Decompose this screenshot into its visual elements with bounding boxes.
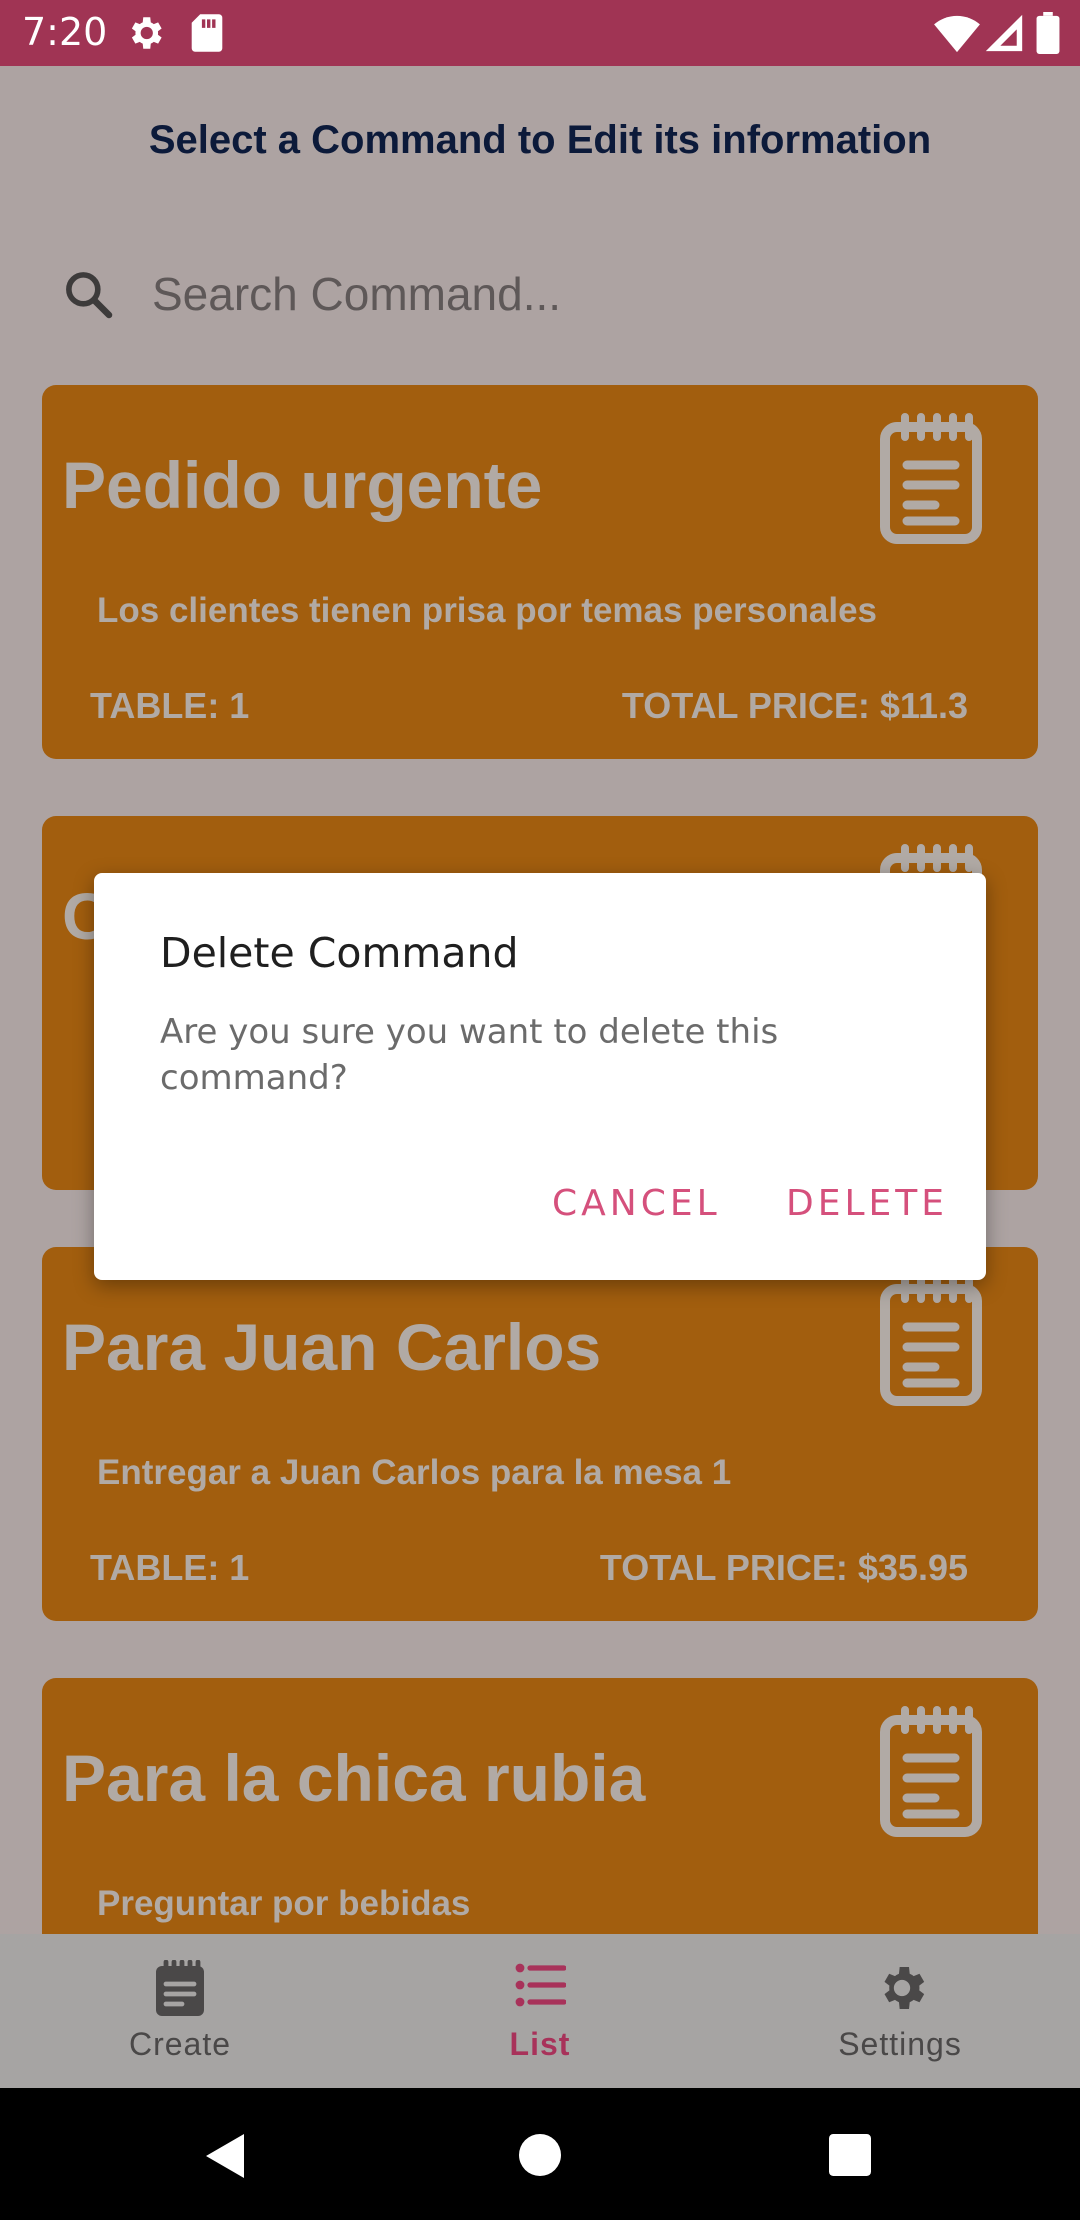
nav-label-list: List [509, 2026, 571, 2062]
command-title: Para Juan Carlos [62, 1310, 602, 1384]
dialog-title: Delete Command [160, 929, 519, 977]
notepad-icon [879, 1275, 983, 1412]
signal-icon [984, 12, 1024, 59]
status-bar: 7:20 [0, 0, 1080, 66]
cancel-button[interactable]: CANCEL [552, 1183, 721, 1224]
command-card[interactable]: Pedido urgente Los clientes tienen prisa… [42, 385, 1038, 759]
home-icon[interactable] [519, 2134, 561, 2181]
gear-icon [874, 1960, 930, 2021]
nav-label-create: Create [128, 2026, 232, 2062]
wifi-icon [934, 12, 980, 59]
bottom-navigation: Create List Settings [0, 1934, 1080, 2088]
system-navigation-bar [0, 2088, 1080, 2220]
gear-icon [124, 12, 166, 59]
sd-card-icon [190, 12, 224, 59]
command-price: TOTAL PRICE: $11.3 [621, 685, 968, 726]
list-icon [514, 1960, 567, 2015]
command-description: Preguntar por bebidas [97, 1884, 471, 1923]
command-description: Los clientes tienen prisa por temas pers… [97, 591, 877, 630]
notepad-icon [879, 413, 983, 550]
recents-icon[interactable] [829, 2134, 871, 2181]
page-title: Select a Command to Edit its information [148, 118, 932, 162]
command-price: TOTAL PRICE: $35.95 [599, 1547, 968, 1588]
command-description: Entregar a Juan Carlos para la mesa 1 [97, 1453, 732, 1492]
search-icon[interactable] [60, 266, 116, 327]
delete-button[interactable]: DELETE [786, 1183, 948, 1224]
command-card[interactable]: Para Juan Carlos Entregar a Juan Carlos … [42, 1247, 1038, 1621]
notepad-icon [879, 1706, 983, 1843]
command-title: Para la chica rubia [62, 1741, 646, 1815]
command-table: TABLE: 1 [90, 1547, 250, 1588]
command-table: TABLE: 1 [90, 685, 250, 726]
clipboard-icon [154, 1959, 206, 2023]
search-bar[interactable] [40, 250, 1040, 340]
back-icon[interactable] [204, 2132, 248, 2185]
nav-label-settings: Settings [838, 2026, 962, 2062]
nav-item-list[interactable]: List [360, 1934, 720, 2088]
dialog-message: Are you sure you want to delete this com… [160, 1012, 779, 1098]
status-time: 7:20 [22, 10, 108, 54]
battery-icon [1036, 12, 1060, 59]
search-input[interactable] [152, 262, 1012, 326]
nav-item-create[interactable]: Create [0, 1934, 360, 2088]
delete-dialog: Delete Command Are you sure you want to … [94, 873, 986, 1280]
nav-item-settings[interactable]: Settings [720, 1934, 1080, 2088]
command-title: Pedido urgente [62, 448, 543, 522]
